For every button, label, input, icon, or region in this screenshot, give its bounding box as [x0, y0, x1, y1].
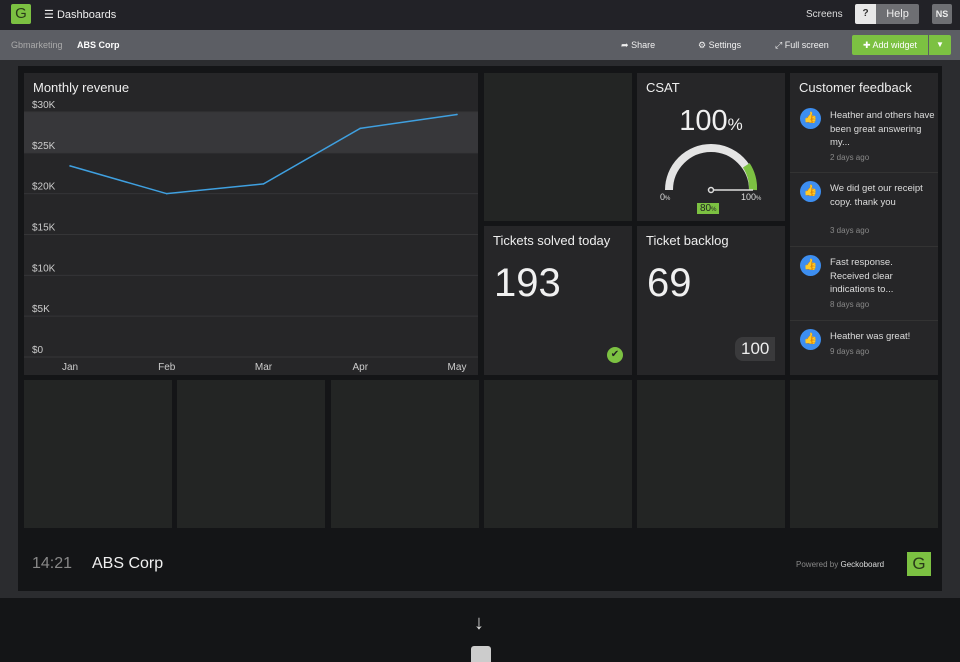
widget-tickets-solved[interactable]: Tickets solved today 193 ✔: [484, 226, 632, 375]
feedback-time: 8 days ago: [830, 300, 870, 309]
data-point: [165, 192, 168, 195]
gauge-max: 100%: [741, 192, 762, 202]
y-tick-label: $20K: [32, 182, 56, 193]
tickets-value: 193: [494, 261, 561, 305]
gauge-min: 0%: [660, 192, 671, 202]
add-widget-dropdown[interactable]: ▼: [929, 35, 951, 55]
feedback-text: Heather and others have been great answe…: [830, 110, 935, 148]
widget-empty[interactable]: [331, 380, 479, 528]
share-icon: ➦: [621, 40, 629, 50]
feedback-text: Heather was great!: [830, 331, 911, 342]
thumbs-up-icon: 👍: [800, 181, 821, 202]
widget-title: Ticket backlog: [646, 233, 729, 248]
plus-icon: ✚: [862, 40, 871, 50]
widget-title: Customer feedback: [799, 80, 912, 95]
backlog-comparison: 100: [735, 337, 776, 361]
widget-empty[interactable]: [177, 380, 325, 528]
widget-empty[interactable]: [637, 380, 785, 528]
powered-label: Powered by: [796, 560, 839, 569]
widget-empty[interactable]: [790, 380, 938, 528]
powered-by: Powered by Geckoboard: [796, 560, 884, 569]
screens-link[interactable]: Screens: [806, 9, 843, 20]
widget-empty[interactable]: [484, 380, 632, 528]
user-avatar[interactable]: NS: [932, 4, 952, 24]
geckoboard-logo[interactable]: G: [11, 4, 31, 24]
breadcrumb-account[interactable]: Gbmarketing: [11, 40, 63, 50]
breadcrumb-dashboard[interactable]: ABS Corp: [77, 40, 120, 50]
add-widget-button[interactable]: ✚ Add widget: [852, 35, 928, 55]
fullscreen-button[interactable]: ⤢ Full screen: [775, 40, 829, 51]
data-point: [359, 127, 362, 130]
top-bar: G ☰ Dashboards Screens ? Help NS: [0, 0, 960, 30]
feedback-time: 9 days ago: [830, 347, 870, 356]
backlog-value: 69: [647, 261, 692, 305]
widget-csat[interactable]: CSAT 100% 0% 100% 80%: [637, 73, 785, 221]
widget-empty[interactable]: [484, 73, 632, 221]
footer-logo: G: [907, 552, 931, 576]
y-tick-label: $0: [32, 345, 44, 356]
brand-name: Geckoboard: [840, 560, 885, 569]
data-point: [69, 165, 71, 167]
help-button[interactable]: Help: [876, 4, 919, 24]
share-label: Share: [631, 40, 656, 50]
gauge-target: 80%: [697, 203, 720, 214]
widget-empty[interactable]: [24, 380, 172, 528]
x-tick-label: Feb: [158, 362, 176, 373]
x-tick-label: Mar: [255, 362, 273, 373]
settings-label: Settings: [708, 40, 742, 50]
x-tick-label: Apr: [352, 362, 368, 373]
widget-ticket-backlog[interactable]: Ticket backlog 69 100: [637, 226, 785, 375]
widget-customer-feedback[interactable]: Customer feedback 👍 Heather and others h…: [790, 73, 938, 375]
feedback-item: 👍 Heather and others have been great ans…: [790, 100, 938, 173]
feedback-item: 👍 We did get our receipt copy. thank you…: [790, 173, 938, 247]
y-tick-label: $30K: [32, 100, 56, 111]
add-widget-label: Add widget: [872, 40, 918, 50]
revenue-chart: $0 $5K $10K $15K $20K $25K $30K Jan Feb Mar Apr May: [24, 100, 478, 373]
target-band: [24, 112, 478, 153]
expand-icon: ⤢: [775, 40, 783, 50]
feedback-text: Fast response. Received clear indication…: [830, 257, 894, 295]
settings-button[interactable]: ⚙ Settings: [698, 40, 741, 51]
sub-bar: Gbmarketing ABS Corp ➦ Share ⚙ Settings …: [0, 30, 960, 60]
footer-dashboard-name: ABS Corp: [92, 555, 164, 572]
widget-title: Tickets solved today: [493, 233, 611, 248]
share-button[interactable]: ➦ Share: [621, 40, 655, 51]
hamburger-icon: ☰: [44, 9, 54, 21]
y-tick-label: $15K: [32, 223, 56, 234]
y-tick-label: $5K: [32, 304, 50, 315]
data-point: [456, 113, 458, 116]
y-tick-label: $25K: [32, 141, 56, 152]
x-tick-label: May: [448, 362, 467, 373]
help-icon[interactable]: ?: [855, 4, 876, 24]
dashboards-menu[interactable]: ☰ Dashboards: [44, 8, 116, 21]
feedback-text: We did get our receipt copy. thank you: [830, 183, 923, 208]
feedback-time: 2 days ago: [830, 153, 870, 162]
feedback-item: 👍 Fast response. Received clear indicati…: [790, 247, 938, 321]
tray-icon: [471, 646, 491, 662]
feedback-item: 👍 Heather was great! 9 days ago: [790, 321, 938, 371]
y-tick-label: $10K: [32, 263, 56, 274]
dashboards-label: Dashboards: [56, 9, 117, 21]
thumbs-up-icon: 👍: [800, 329, 821, 350]
thumbs-up-icon: 👍: [800, 108, 821, 129]
footer-clock: 14:21: [32, 555, 73, 572]
bottom-bar: ↓: [0, 598, 960, 662]
dashboard-board: Monthly revenue $0 $5K $10K $15K $20K $25K $30…: [18, 66, 942, 591]
check-icon: ✔: [607, 347, 623, 363]
caret-down-icon: ▼: [936, 40, 944, 49]
fullscreen-label: Full screen: [784, 40, 829, 50]
x-tick-label: Jan: [62, 362, 78, 373]
feedback-time: 3 days ago: [830, 226, 870, 235]
gear-icon: ⚙: [698, 40, 707, 50]
download-arrow-icon[interactable]: ↓: [474, 612, 484, 635]
data-point: [262, 183, 265, 185]
widget-monthly-revenue[interactable]: Monthly revenue $0 $5K $10K $15K $20K $25K $30…: [24, 73, 478, 375]
thumbs-up-icon: 👍: [800, 255, 821, 276]
